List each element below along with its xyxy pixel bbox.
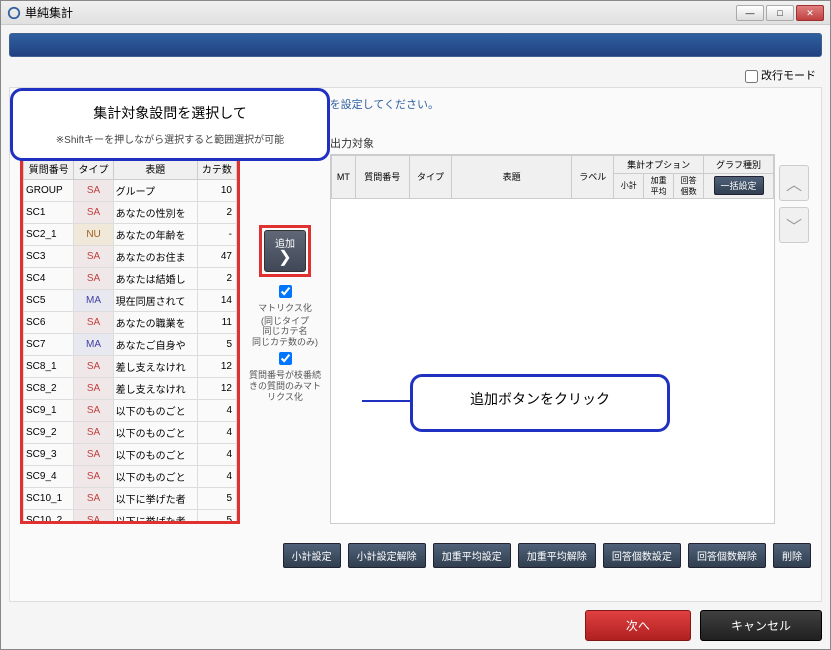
table-row[interactable]: SC9_1SA以下のものごと4: [24, 399, 237, 421]
matrix-sublabel: (同じタイプ 同じカテ名 同じカテ数のみ): [252, 316, 318, 348]
ocol-mt[interactable]: MT: [332, 155, 356, 198]
titlebar: 単純集計 — □ ✕: [1, 1, 830, 25]
footer: 次へ キャンセル: [9, 602, 822, 641]
wavg-clear-button[interactable]: 加重平均解除: [518, 543, 596, 568]
scroll-up-button[interactable]: ︿: [779, 165, 809, 201]
callout-select-title: 集計対象設問を選択して: [31, 103, 309, 123]
table-row[interactable]: SC10_1SA以下に挙げた者5: [24, 487, 237, 509]
ocol-title[interactable]: 表題: [452, 155, 572, 198]
close-button[interactable]: ✕: [796, 5, 824, 21]
branch-checkbox[interactable]: [279, 352, 292, 365]
matrix-label: マトリクス化: [258, 303, 312, 314]
output-table[interactable]: MT 質問番号 タイプ 表題 ラベル 集計オプション グラフ種別: [331, 155, 774, 199]
callout-connector: [362, 400, 412, 402]
middle-column: 追加 ❯ マトリクス化 (同じタイプ 同じカテ名 同じカテ数のみ) 質問番号が枝…: [246, 135, 324, 535]
table-row[interactable]: SC7MAあなたご自身や5: [24, 333, 237, 355]
newline-mode-checkbox[interactable]: [745, 70, 758, 83]
scroll-buttons: ︿ ﹀: [779, 135, 811, 535]
table-row[interactable]: SC8_1SA差し支えなけれ12: [24, 355, 237, 377]
window: 単純集計 — □ ✕ 改行モード 集計対象設問を選択して ※Shiftキーを押し…: [0, 0, 831, 650]
delete-button[interactable]: 削除: [773, 543, 811, 568]
output-table-wrap: MT 質問番号 タイプ 表題 ラベル 集計オプション グラフ種別: [330, 154, 775, 524]
cancel-button[interactable]: キャンセル: [700, 610, 822, 641]
ocol-label[interactable]: ラベル: [572, 155, 614, 198]
ocol-graph[interactable]: グラフ種別: [704, 155, 774, 173]
mode-bar: 改行モード: [9, 63, 822, 87]
matrix-checkbox[interactable]: [279, 285, 292, 298]
subtotal-set-button[interactable]: 小計設定: [283, 543, 341, 568]
ans-clear-button[interactable]: 回答個数解除: [688, 543, 766, 568]
table-row[interactable]: SC4SAあなたは結婚し2: [24, 267, 237, 289]
top-banner: [9, 33, 822, 57]
next-button[interactable]: 次へ: [585, 610, 691, 641]
table-row[interactable]: SC2_1NUあなたの年齢を-: [24, 223, 237, 245]
batch-set-button[interactable]: 一括設定: [714, 176, 764, 195]
ocol-wavg[interactable]: 加重 平均: [644, 173, 674, 198]
table-row[interactable]: SC3SAあなたのお住ま47: [24, 245, 237, 267]
question-list-column: 質問一覧 質問番号 タイプ 表題 カテ数 GROUPSAグループ10SC1SAあ…: [20, 135, 240, 535]
minimize-button[interactable]: —: [736, 5, 764, 21]
table-row[interactable]: SC10_2SA以下に挙げた者5: [24, 509, 237, 524]
table-row[interactable]: SC1SAあなたの性別を2: [24, 201, 237, 223]
table-row[interactable]: SC9_4SA以下のものごと4: [24, 465, 237, 487]
table-row[interactable]: SC9_2SA以下のものごと4: [24, 421, 237, 443]
question-table[interactable]: 質問番号 タイプ 表題 カテ数 GROUPSAグループ10SC1SAあなたの性別…: [23, 157, 237, 524]
content: 改行モード 集計対象設問を選択して ※Shiftキーを押しながら選択すると範囲選…: [1, 25, 830, 649]
callout-add-title: 追加ボタンをクリック: [431, 389, 649, 409]
ocol-ans[interactable]: 回答 個数: [674, 173, 704, 198]
columns: 質問一覧 質問番号 タイプ 表題 カテ数 GROUPSAグループ10SC1SAあ…: [20, 135, 811, 535]
callout-select: 集計対象設問を選択して ※Shiftキーを押しながら選択すると範囲選択が可能: [10, 88, 330, 161]
table-row[interactable]: SC8_2SA差し支えなけれ12: [24, 377, 237, 399]
ans-set-button[interactable]: 回答個数設定: [603, 543, 681, 568]
main-panel: 集計対象設問を選択して ※Shiftキーを押しながら選択すると範囲選択が可能 追…: [9, 87, 822, 602]
window-title: 単純集計: [25, 4, 736, 21]
newline-mode-label[interactable]: 改行モード: [745, 70, 816, 82]
add-button-highlight: 追加 ❯: [259, 225, 311, 277]
ocol-qno[interactable]: 質問番号: [355, 155, 409, 198]
output-column: 出力対象 MT 質問番号 タイプ 表題 ラベル: [330, 135, 811, 535]
subtotal-clear-button[interactable]: 小計設定解除: [348, 543, 426, 568]
table-row[interactable]: SC5MA現在同居されて14: [24, 289, 237, 311]
callout-select-sub: ※Shiftキーを押しながら選択すると範囲選択が可能: [31, 131, 309, 146]
action-row: 小計設定 小計設定解除 加重平均設定 加重平均解除 回答個数設定 回答個数解除 …: [20, 543, 811, 568]
ocol-sub[interactable]: 小計: [614, 173, 644, 198]
wavg-set-button[interactable]: 加重平均設定: [433, 543, 511, 568]
question-table-wrap: 質問番号 タイプ 表題 カテ数 GROUPSAグループ10SC1SAあなたの性別…: [20, 154, 240, 524]
branch-label: 質問番号が枝番続きの質問のみマトリクス化: [246, 370, 324, 402]
scroll-down-button[interactable]: ﹀: [779, 207, 809, 243]
table-row[interactable]: GROUPSAグループ10: [24, 179, 237, 201]
chevron-right-icon: ❯: [278, 250, 291, 266]
ocol-type[interactable]: タイプ: [409, 155, 451, 198]
callout-add: 追加ボタンをクリック: [410, 374, 670, 432]
output-label: 出力対象: [330, 135, 775, 151]
ocol-opt[interactable]: 集計オプション: [614, 155, 704, 173]
maximize-button[interactable]: □: [766, 5, 794, 21]
table-row[interactable]: SC9_3SA以下のものごと4: [24, 443, 237, 465]
table-row[interactable]: SC6SAあなたの職業を11: [24, 311, 237, 333]
add-button[interactable]: 追加 ❯: [264, 230, 306, 272]
app-icon: [7, 6, 21, 20]
